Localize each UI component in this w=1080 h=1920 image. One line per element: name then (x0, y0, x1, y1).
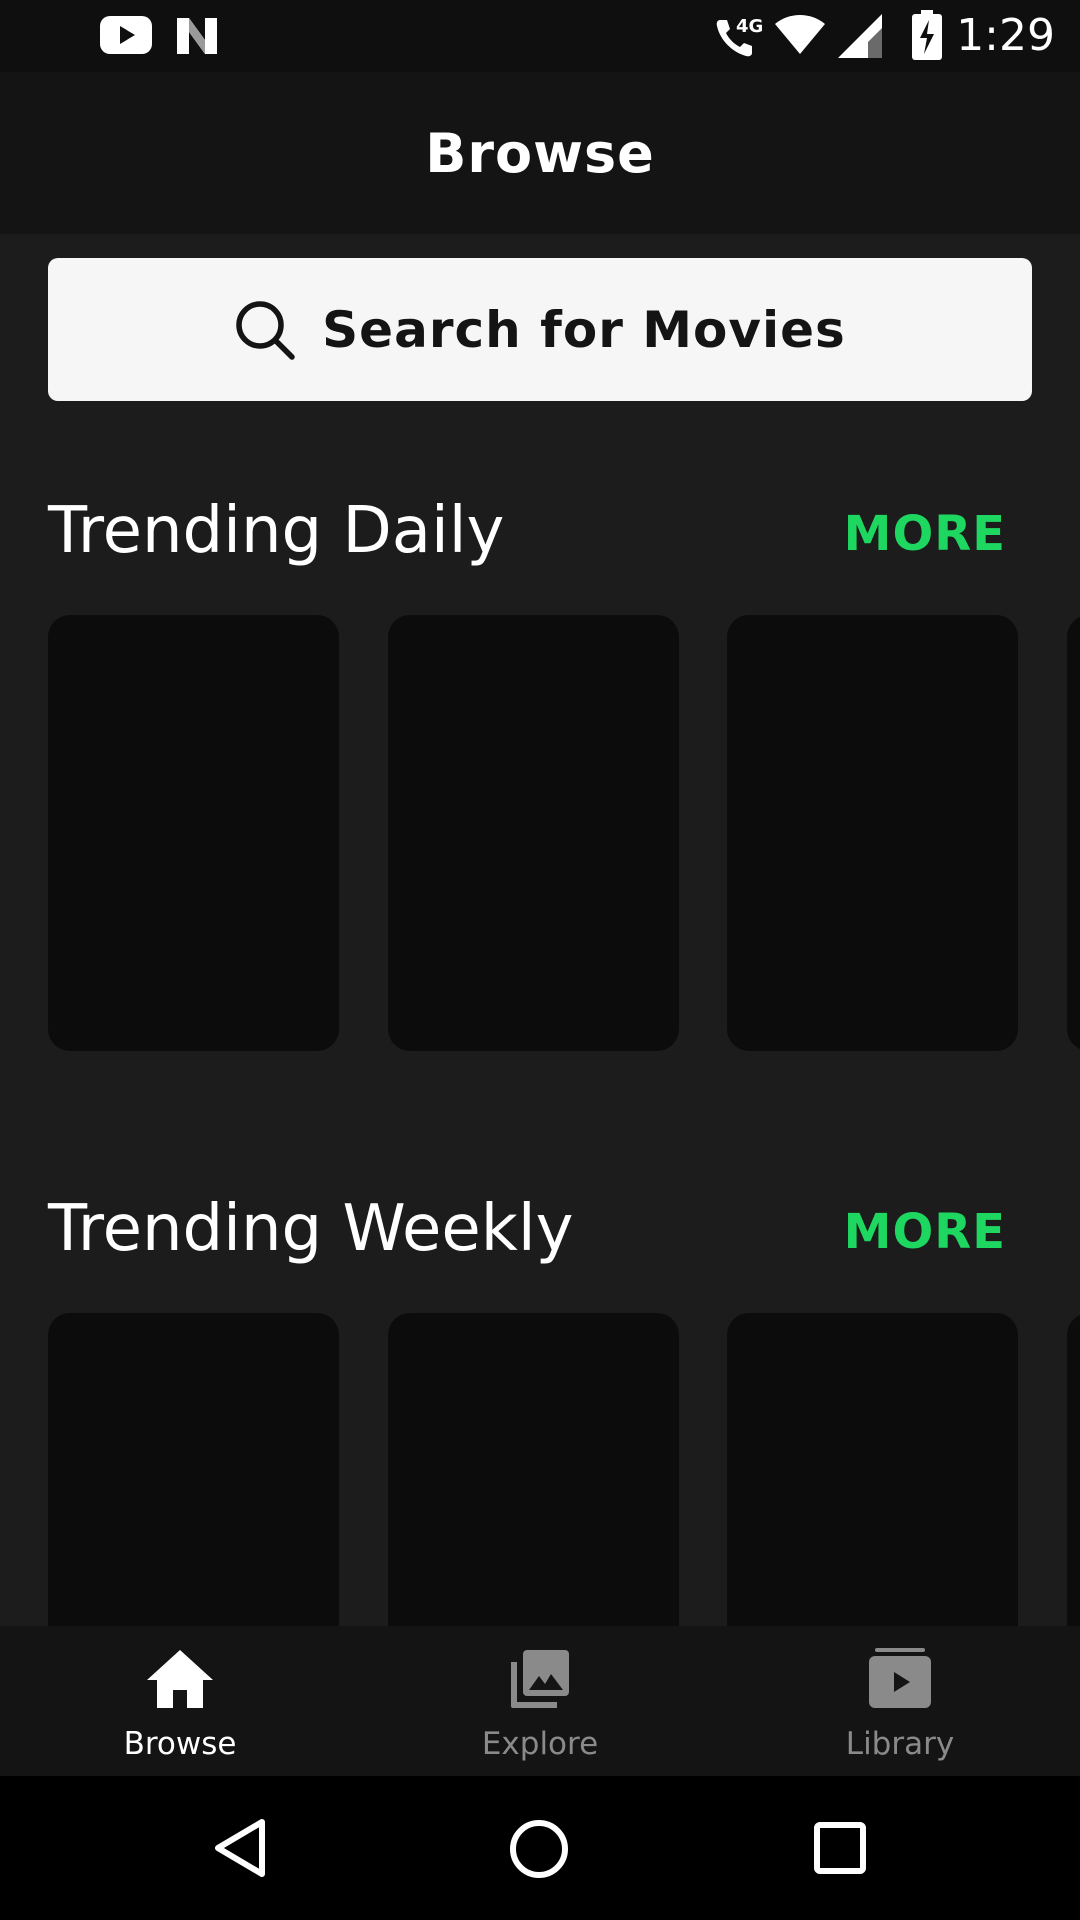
poster-card[interactable] (727, 615, 1018, 1051)
wifi-icon (775, 15, 825, 54)
nav-label-library: Library (845, 1726, 955, 1762)
photo-library-icon (511, 1650, 569, 1708)
recents-icon[interactable] (812, 1820, 868, 1876)
poster-card[interactable] (1067, 615, 1080, 1051)
nav-item-library[interactable]: Library (720, 1626, 1080, 1776)
poster-card[interactable] (1067, 1313, 1080, 1673)
nav-item-explore[interactable]: Explore (360, 1626, 720, 1776)
poster-card[interactable] (388, 615, 679, 1051)
home-icon (147, 1650, 213, 1708)
n-app-icon (177, 18, 217, 54)
nav-item-browse[interactable]: Browse (0, 1626, 360, 1776)
home-button-icon[interactable] (508, 1818, 570, 1880)
svg-text:4G: 4G (736, 16, 763, 37)
nav-label-browse: Browse (123, 1726, 237, 1762)
section-title-trending-weekly: Trending Weekly (48, 1192, 574, 1266)
nav-label-explore: Explore (481, 1726, 599, 1762)
system-navigation-bar (0, 1776, 1080, 1920)
bottom-navigation: Browse Explore Library (0, 1626, 1080, 1776)
poster-card[interactable] (48, 1313, 339, 1673)
poster-card[interactable] (388, 1313, 679, 1673)
poster-card[interactable] (48, 615, 339, 1051)
signal-icon (838, 14, 882, 58)
clock: 1:29 (956, 10, 1055, 61)
video-library-icon (869, 1648, 931, 1708)
battery-charging-icon (912, 10, 942, 60)
page-title: Browse (425, 122, 655, 185)
browse-screen: 4G 1:29 Browse Search for Movies Trendin… (0, 0, 1080, 1920)
search-icon (236, 300, 295, 360)
search-label: Search for Movies (322, 300, 846, 359)
search-button[interactable]: Search for Movies (48, 258, 1032, 401)
status-bar: 4G 1:29 (0, 0, 1080, 72)
section-title-trending-daily: Trending Daily (48, 494, 505, 568)
call-4g-icon: 4G (716, 16, 763, 57)
poster-card[interactable] (727, 1313, 1018, 1673)
more-button-trending-daily[interactable]: MORE (844, 506, 1006, 562)
youtube-icon (100, 16, 152, 54)
more-button-trending-weekly[interactable]: MORE (844, 1204, 1006, 1260)
app-bar: Browse (0, 72, 1080, 234)
back-icon[interactable] (212, 1818, 272, 1878)
